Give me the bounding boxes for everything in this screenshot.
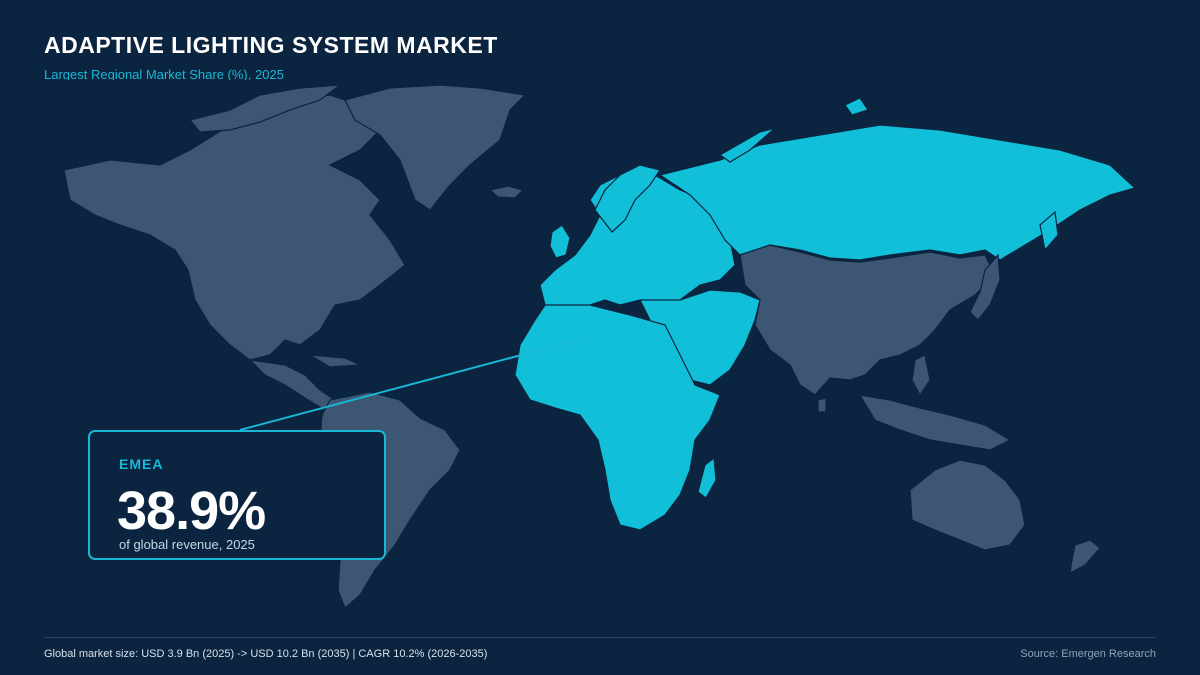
- asia: [739, 244, 996, 396]
- footer-source: Source: Emergen Research: [1020, 648, 1156, 660]
- callout-caption: of global revenue, 2025: [119, 537, 255, 552]
- sri-lanka: [817, 397, 827, 413]
- madagascar: [697, 456, 717, 499]
- uk: [549, 224, 571, 259]
- philippines: [911, 354, 931, 397]
- russia: [658, 124, 1137, 261]
- caribbean: [309, 354, 361, 368]
- new-zealand: [1069, 539, 1101, 575]
- arctic-north: [844, 97, 869, 116]
- southeast-asia: [858, 394, 1012, 451]
- north-america: [63, 94, 406, 361]
- footer-summary: Global market size: USD 3.9 Bn (2025) ->…: [44, 648, 488, 660]
- central-america: [248, 359, 336, 411]
- callout-region-label: EMEA: [119, 456, 164, 472]
- iceland: [488, 185, 525, 199]
- australia: [909, 459, 1026, 551]
- world-map: [63, 84, 1137, 610]
- region-callout: EMEA 38.9% of global revenue, 2025: [88, 430, 386, 560]
- footer-divider: [44, 637, 1156, 638]
- callout-share-value: 38.9%: [117, 481, 266, 541]
